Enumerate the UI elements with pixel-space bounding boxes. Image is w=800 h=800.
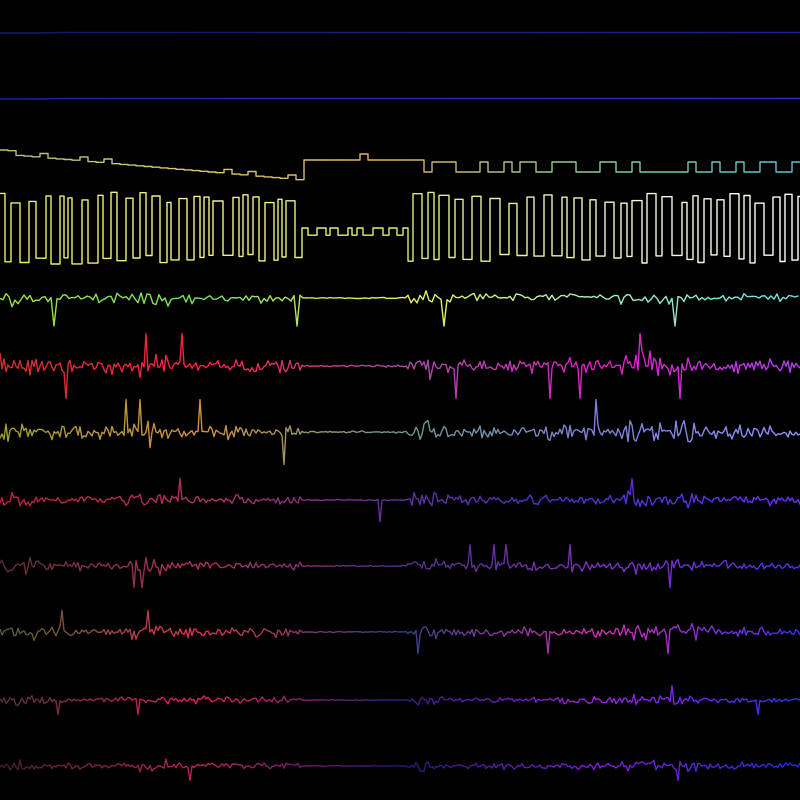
trace-11 xyxy=(0,684,800,716)
trace-8 xyxy=(0,477,800,523)
trace-4 xyxy=(0,191,800,265)
trace-group xyxy=(0,31,800,782)
trace-canvas xyxy=(0,31,800,782)
trace-6 xyxy=(0,332,800,400)
trace-2 xyxy=(0,97,800,100)
trace-3 xyxy=(0,149,800,181)
trace-1 xyxy=(0,31,800,34)
trace-10 xyxy=(0,609,800,655)
trace-12 xyxy=(0,758,800,782)
trace-5 xyxy=(0,290,799,327)
trace-7 xyxy=(0,398,800,466)
trace-9 xyxy=(0,543,800,589)
